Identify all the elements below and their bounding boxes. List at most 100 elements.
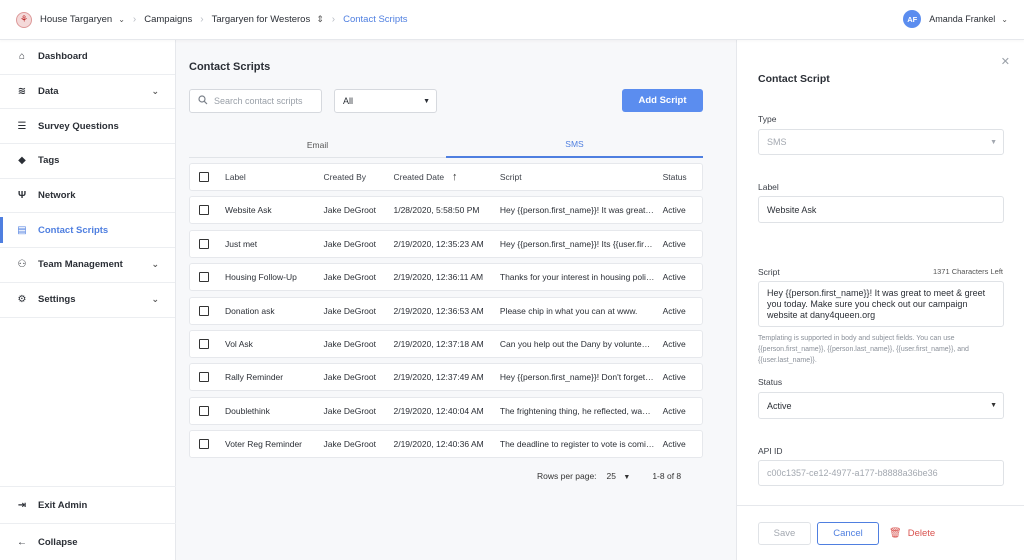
row-checkbox[interactable]: [199, 238, 209, 249]
layers-icon: ≋: [17, 86, 27, 98]
column-header-created-by[interactable]: Created By: [324, 172, 394, 182]
row-created-date: 2/19/2020, 12:37:49 AM: [393, 372, 484, 383]
status-filter-select[interactable]: All ▼: [334, 89, 437, 113]
exit-admin-label: Exit Admin: [38, 499, 88, 511]
row-checkbox[interactable]: [199, 205, 209, 216]
select-all-checkbox[interactable]: [199, 172, 209, 182]
sidebar-item-survey-questions[interactable]: ☰ Survey Questions: [0, 109, 175, 145]
row-created-by: Jake DeGroot: [323, 205, 376, 216]
trash-icon: 🗑: [889, 528, 902, 539]
row-script: Hey {{person.first_name}}! Don't forget …: [499, 372, 663, 383]
table-row[interactable]: Vol Ask Jake DeGroot 2/19/2020, 12:37:18…: [189, 329, 703, 358]
chevron-down-icon: ⌄: [1001, 14, 1008, 24]
tag-icon: ◆: [18, 155, 26, 167]
row-created-date: 1/28/2020, 5:58:50 PM: [393, 205, 480, 216]
column-header-created-date[interactable]: Created Date ↑: [393, 171, 499, 183]
script-textarea[interactable]: Hey {{person.first_name}}! It was great …: [758, 281, 1004, 327]
breadcrumb-campaigns[interactable]: Campaigns: [144, 14, 192, 25]
rows-per-page-label: Rows per page:: [537, 471, 597, 481]
sidebar-item-dashboard[interactable]: ⌂ Dashboard: [0, 40, 175, 75]
table-row[interactable]: Donation ask Jake DeGroot 2/19/2020, 12:…: [189, 296, 703, 325]
column-header-status[interactable]: Status: [663, 172, 702, 182]
table-row[interactable]: Rally Reminder Jake DeGroot 2/19/2020, 1…: [189, 363, 703, 392]
breadcrumb-separator-icon: ›: [132, 14, 137, 25]
column-header-label[interactable]: Label: [225, 172, 324, 182]
row-checkbox[interactable]: [199, 272, 209, 283]
channel-tabs: Email SMS: [189, 132, 703, 158]
save-button[interactable]: Save: [758, 522, 811, 545]
characters-left: 1371 Characters Left: [932, 267, 1003, 276]
sidebar-item-tags[interactable]: ◆ Tags: [0, 144, 175, 179]
row-checkbox[interactable]: [199, 405, 209, 416]
table-row[interactable]: Website Ask Jake DeGroot 1/28/2020, 5:58…: [189, 196, 703, 225]
delete-button[interactable]: 🗑 Delete: [889, 522, 935, 545]
delete-label: Delete: [907, 528, 936, 539]
tab-sms[interactable]: SMS: [446, 132, 703, 158]
column-header-created-date-label: Created Date: [393, 172, 445, 182]
panel-footer: Save Cancel 🗑 Delete: [737, 505, 1024, 560]
type-value: SMS: [767, 137, 787, 147]
row-status: Active: [662, 272, 686, 283]
org-name: House Targaryen: [40, 14, 113, 25]
search-input[interactable]: [214, 96, 314, 106]
network-icon: Ψ: [17, 190, 27, 202]
search-box[interactable]: [189, 89, 322, 113]
collapse-button[interactable]: ← Collapse: [0, 523, 176, 560]
chevron-down-icon: ⌄: [118, 15, 125, 24]
row-checkbox[interactable]: [199, 338, 209, 349]
row-script: Hey {{person.first_name}}! Its {{user.fi…: [499, 238, 663, 249]
team-icon: ⚇: [17, 259, 27, 271]
campaign-switcher[interactable]: Targaryen for Westeros ⇕: [212, 14, 324, 25]
sidebar-item-contact-scripts[interactable]: ▤ Contact Scripts: [0, 213, 175, 249]
status-label: Status: [758, 377, 783, 387]
sidebar-item-settings[interactable]: ⚙ Settings ⌄: [0, 283, 175, 318]
sidebar-item-team-management[interactable]: ⚇ Team Management ⌄: [0, 248, 175, 283]
table-row[interactable]: Just met Jake DeGroot 2/19/2020, 12:35:2…: [189, 229, 703, 258]
rows-per-page-select[interactable]: 25 ▼: [607, 471, 631, 481]
row-checkbox[interactable]: [199, 439, 209, 450]
sidebar: ⌂ Dashboard ≋ Data ⌄ ☰ Survey Questions …: [0, 40, 176, 560]
close-icon[interactable]: ✕: [1001, 55, 1010, 68]
row-checkbox[interactable]: [199, 305, 209, 316]
user-menu[interactable]: AF Amanda Frankel ⌄: [903, 10, 1008, 28]
dropdown-arrow-icon: ▼: [990, 402, 997, 409]
status-select[interactable]: Active ▼: [758, 392, 1004, 419]
sidebar-item-network[interactable]: Ψ Network: [0, 179, 175, 214]
tab-email[interactable]: Email: [189, 132, 446, 158]
row-label: Vol Ask: [225, 338, 253, 349]
sort-ascending-icon: ↑: [452, 171, 458, 183]
top-bar: ⚘ House Targaryen ⌄ › Campaigns › Targar…: [0, 0, 1024, 40]
org-switcher[interactable]: House Targaryen ⌄: [40, 14, 125, 25]
row-created-by: Jake DeGroot: [323, 238, 376, 249]
table-row[interactable]: Doublethink Jake DeGroot 2/19/2020, 12:4…: [189, 396, 703, 425]
breadcrumb-separator-icon: ›: [200, 14, 204, 25]
chevron-down-icon: ⌄: [151, 259, 159, 270]
row-checkbox[interactable]: [199, 372, 209, 383]
breadcrumb-current-label: Contact Scripts: [343, 14, 408, 25]
add-script-button[interactable]: Add Script: [622, 89, 703, 112]
dropdown-arrow-icon: ▼: [423, 97, 430, 105]
sidebar-item-label: Dashboard: [38, 51, 88, 63]
row-created-by: Jake DeGroot: [323, 305, 376, 316]
row-created-by: Jake DeGroot: [323, 405, 376, 416]
user-name: Amanda Frankel: [929, 14, 996, 24]
row-created-date: 2/19/2020, 12:37:18 AM: [393, 338, 484, 349]
row-created-by: Jake DeGroot: [323, 372, 376, 383]
sidebar-item-label: Tags: [38, 155, 60, 167]
label-input[interactable]: Website Ask: [758, 196, 1004, 223]
column-header-script[interactable]: Script: [500, 172, 663, 182]
table-row[interactable]: Voter Reg Reminder Jake DeGroot 2/19/202…: [189, 430, 703, 459]
cancel-button[interactable]: Cancel: [817, 522, 879, 545]
table-row[interactable]: Housing Follow-Up Jake DeGroot 2/19/2020…: [189, 263, 703, 292]
row-created-by: Jake DeGroot: [323, 439, 376, 450]
exit-admin-button[interactable]: ⇥ Exit Admin: [0, 486, 176, 523]
breadcrumb-current: Contact Scripts: [343, 14, 407, 25]
templating-help-text: Templating is supported in body and subj…: [758, 335, 969, 364]
row-label: Doublethink: [225, 405, 270, 416]
sidebar-item-data[interactable]: ≋ Data ⌄: [0, 75, 175, 110]
breadcrumb-separator-icon: ›: [331, 14, 336, 25]
label-value: Website Ask: [767, 204, 817, 215]
unfold-icon: ⇕: [316, 14, 324, 24]
api-id-label: API ID: [758, 446, 783, 456]
contact-script-panel: ✕ Contact Script Type SMS ▼ Label Websit…: [736, 40, 1024, 560]
